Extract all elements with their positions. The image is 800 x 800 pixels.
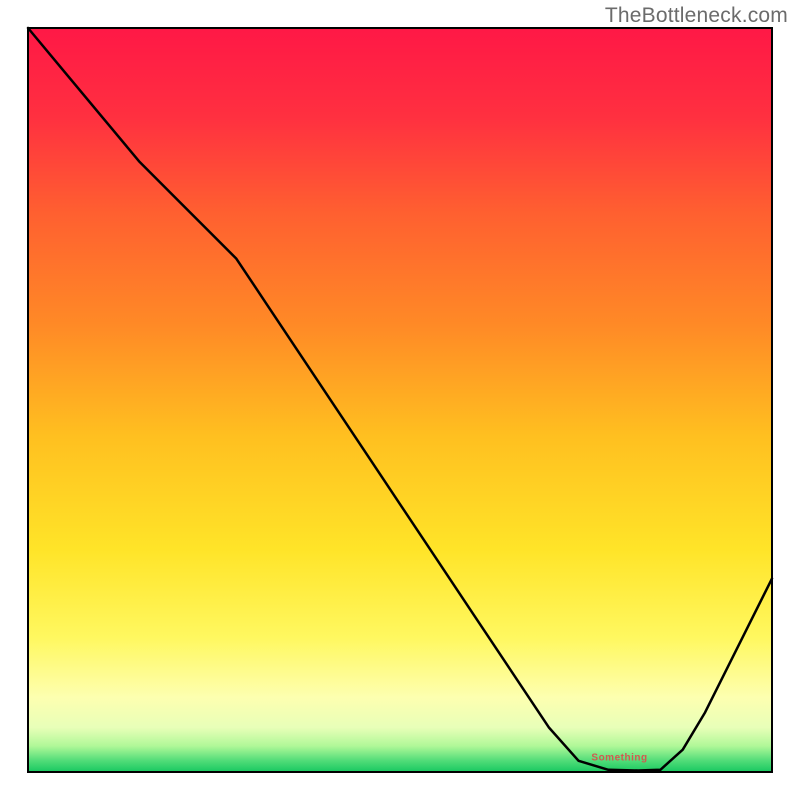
valley-annotation: Something bbox=[591, 753, 647, 764]
watermark-text: TheBottleneck.com bbox=[605, 4, 788, 28]
plot-background bbox=[28, 28, 772, 772]
chart-svg: Something bbox=[0, 0, 800, 800]
chart-stage: TheBottleneck.com Something bbox=[0, 0, 800, 800]
